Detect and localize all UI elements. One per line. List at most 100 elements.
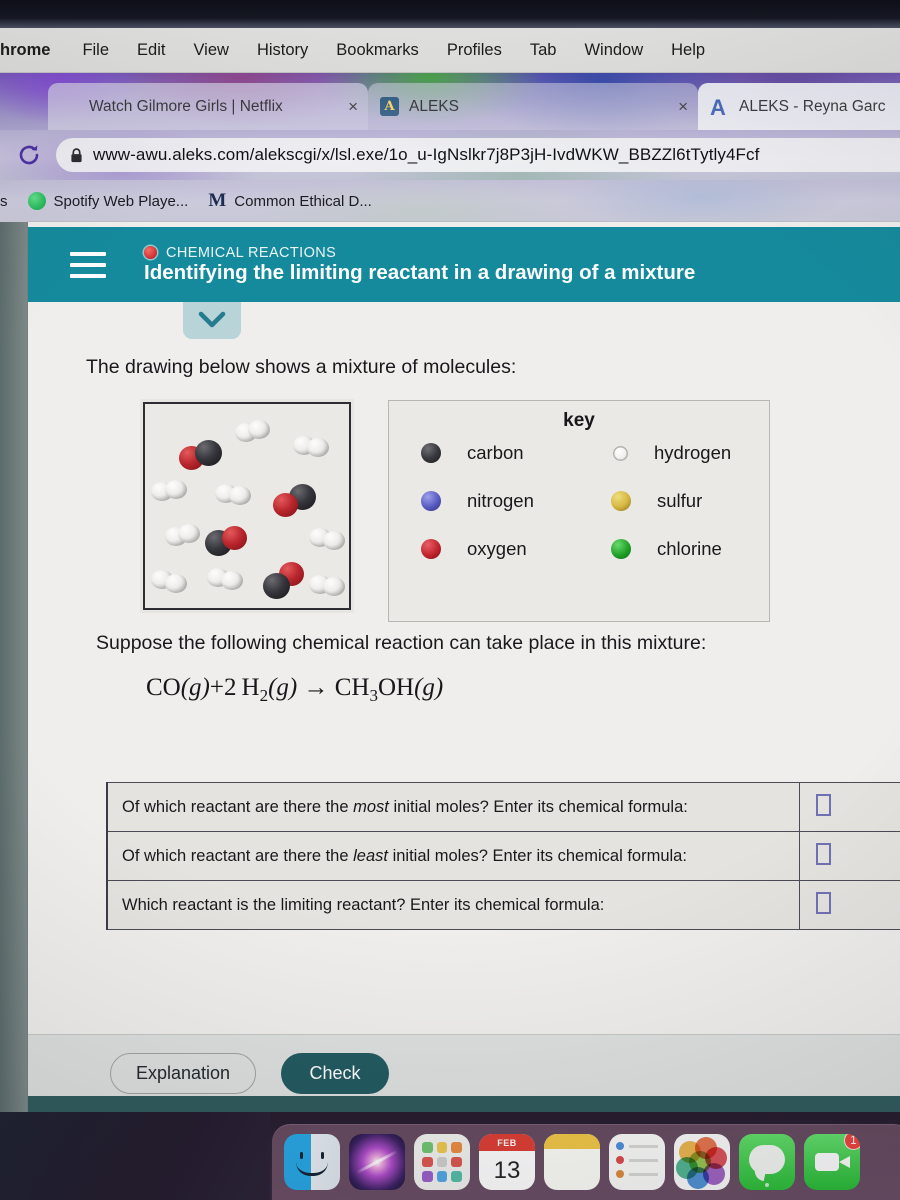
dock-item-facetime[interactable]: 1: [804, 1134, 860, 1190]
question-emphasis: least: [353, 846, 388, 865]
menu-item-file[interactable]: File: [68, 41, 123, 60]
address-bar[interactable]: www-awu.aleks.com/alekscgi/x/lsl.exe/1o_…: [56, 138, 900, 172]
browser-tab-aleks[interactable]: A ALEKS ×: [368, 83, 698, 130]
check-button[interactable]: Check: [281, 1053, 389, 1094]
browser-tab-title: Watch Gilmore Girls | Netflix: [89, 97, 283, 115]
question-least-moles: Of which reactant are there the least in…: [106, 831, 800, 881]
hydrogen-atom: [248, 420, 270, 439]
oxygen-atom: [273, 493, 298, 517]
key-label: sulfur: [657, 490, 703, 511]
collapse-panel-button[interactable]: [183, 302, 241, 339]
window-left-gutter: [0, 222, 28, 1112]
question-text-pre: Of which reactant are there the: [122, 797, 354, 816]
bookmark-item-common-ethical[interactable]: M Common Ethical D...: [198, 190, 382, 211]
explanation-button[interactable]: Explanation: [110, 1053, 256, 1094]
dock-item-notes[interactable]: [544, 1134, 600, 1190]
menu-item-history[interactable]: History: [243, 41, 322, 60]
dock-item-siri[interactable]: [349, 1134, 405, 1190]
bezel-glint: [0, 18, 900, 28]
question-text-post: initial moles? Enter its chemical formul…: [388, 797, 688, 816]
hydrogen-atom: [229, 486, 251, 505]
questions-table: Of which reactant are there the most ini…: [106, 782, 900, 930]
equation-reactant1: CO: [146, 674, 181, 701]
desktop-shadow: [0, 1112, 270, 1200]
key-label: hydrogen: [654, 442, 732, 463]
key-label: nitrogen: [467, 490, 534, 511]
answer-cell-most[interactable]: [799, 782, 900, 832]
menu-item-tab[interactable]: Tab: [516, 41, 571, 60]
reload-icon[interactable]: [16, 142, 42, 168]
equation-plus: +2: [209, 674, 237, 701]
page-title: Identifying the limiting reactant in a d…: [144, 260, 696, 284]
menu-item-chrome[interactable]: hrome: [0, 41, 68, 60]
sulfur-swatch-icon: [611, 491, 631, 511]
key-item-carbon: carbon: [389, 442, 579, 464]
key-label: carbon: [467, 442, 524, 463]
hamburger-icon[interactable]: [70, 251, 106, 278]
bookmark-label: Common Ethical D...: [234, 192, 372, 210]
key-item-oxygen: oxygen: [389, 538, 579, 560]
molecule-drawing: [143, 402, 351, 610]
bookmark-item-truncated[interactable]: s: [0, 193, 18, 210]
answer-cell-limiting[interactable]: [799, 880, 900, 930]
aleks-a-icon: A: [710, 94, 726, 120]
answer-cell-least[interactable]: [799, 831, 900, 881]
menu-item-view[interactable]: View: [179, 41, 242, 60]
menu-item-profiles[interactable]: Profiles: [433, 41, 516, 60]
macos-menu-bar: hrome File Edit View History Bookmarks P…: [0, 28, 900, 73]
carbon-atom: [195, 440, 222, 466]
key-grid: carbon hydrogen nitrogen sulfur oxygen c…: [389, 442, 769, 560]
record-dot-icon: [144, 246, 157, 259]
menu-item-window[interactable]: Window: [570, 41, 657, 60]
equation-state1: (g): [180, 674, 210, 701]
question-most-moles: Of which reactant are there the most ini…: [106, 782, 800, 832]
browser-tab-aleks-active[interactable]: A ALEKS - Reyna Garc: [698, 83, 900, 130]
equation-state2: (g): [268, 674, 298, 701]
bookmark-item-spotify[interactable]: Spotify Web Playe...: [18, 192, 199, 210]
chemical-equation: CO(g)+2 H2(g) → CH3OH(g): [146, 674, 443, 706]
oxygen-swatch-icon: [421, 539, 441, 559]
key-item-nitrogen: nitrogen: [389, 490, 579, 512]
close-icon[interactable]: ×: [348, 97, 358, 117]
key-item-sulfur: sulfur: [579, 490, 769, 512]
dock-item-launchpad[interactable]: [414, 1134, 470, 1190]
display-bezel: [0, 0, 900, 28]
menu-item-help[interactable]: Help: [657, 41, 719, 60]
dock-item-reminders[interactable]: [609, 1134, 665, 1190]
hydrogen-atom: [323, 577, 345, 596]
key-item-hydrogen: hydrogen: [579, 442, 769, 464]
medium-icon: M: [208, 190, 227, 211]
hydrogen-atom: [221, 571, 243, 590]
carbon-swatch-icon: [421, 443, 441, 463]
dock-item-messages[interactable]: [739, 1134, 795, 1190]
chlorine-swatch-icon: [611, 539, 631, 559]
aleks-header: CHEMICAL REACTIONS Identifying the limit…: [28, 227, 900, 302]
hydrogen-atom: [307, 438, 329, 457]
calendar-month: FEB: [479, 1134, 535, 1151]
hydrogen-atom: [323, 531, 345, 550]
equation-reactant2-subscript: 2: [259, 686, 269, 705]
bookmarks-bar: s Spotify Web Playe... M Common Ethical …: [0, 180, 900, 222]
dock-item-calendar[interactable]: FEB 13: [479, 1134, 535, 1190]
answer-input-limiting[interactable]: [816, 891, 831, 914]
bookmark-label: Spotify Web Playe...: [53, 192, 189, 210]
hydrogen-atom: [178, 524, 200, 543]
question-limiting-reactant: Which reactant is the limiting reactant?…: [106, 880, 800, 930]
facetime-badge: 1: [844, 1134, 860, 1150]
key-label: oxygen: [467, 538, 527, 559]
browser-tab-netflix[interactable]: Watch Gilmore Girls | Netflix ×: [48, 83, 368, 130]
question-text-pre: Which reactant is the limiting reactant?…: [122, 895, 605, 914]
answer-input-least[interactable]: [816, 842, 831, 865]
dock-item-photos[interactable]: [674, 1134, 730, 1190]
dock-item-finder[interactable]: [284, 1134, 340, 1190]
aleks-topic: CHEMICAL REACTIONS: [144, 245, 695, 261]
aleks-topic-label: CHEMICAL REACTIONS: [166, 244, 337, 261]
browser-tab-title: ALEKS: [409, 97, 459, 115]
menu-item-bookmarks[interactable]: Bookmarks: [322, 41, 433, 60]
key-item-chlorine: chlorine: [579, 538, 769, 560]
equation-product: CH: [334, 674, 370, 701]
close-icon[interactable]: ×: [678, 97, 688, 117]
answer-input-most[interactable]: [816, 793, 831, 816]
screen-photo: hrome File Edit View History Bookmarks P…: [0, 0, 900, 1200]
menu-item-edit[interactable]: Edit: [123, 41, 179, 60]
